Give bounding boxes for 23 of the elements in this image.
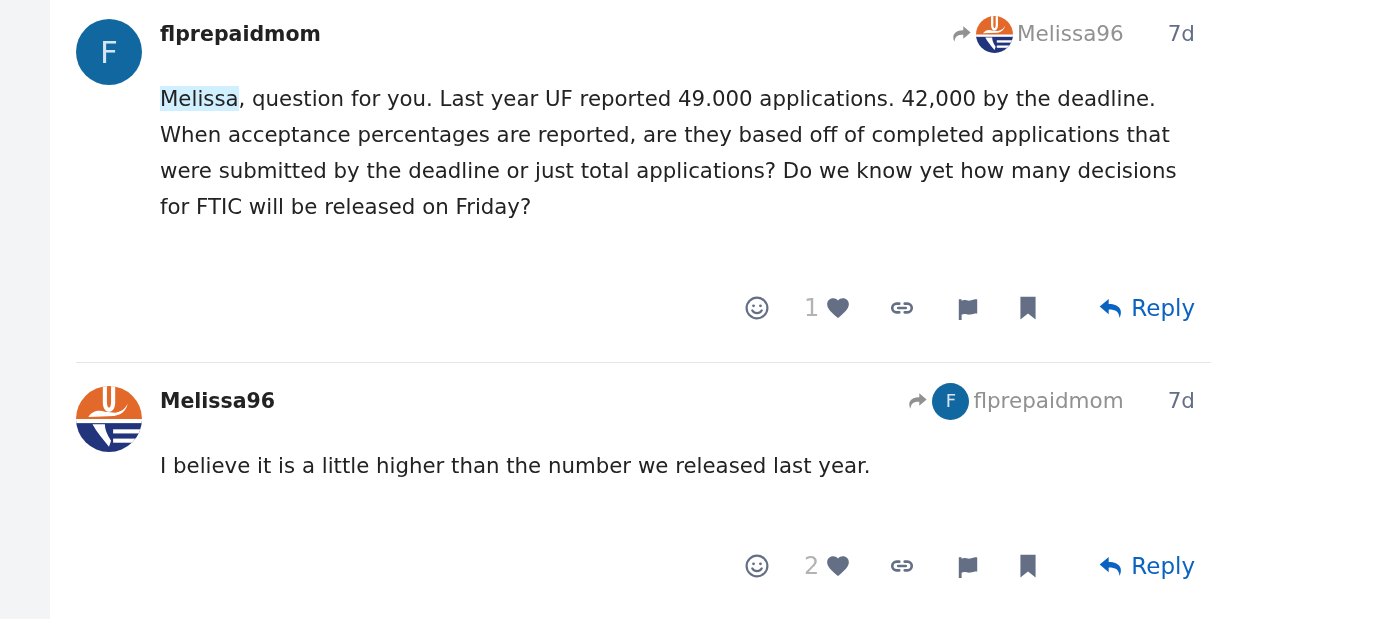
reply-to-link[interactable]: F flprepaidmom <box>906 382 1124 420</box>
reply-to-name: flprepaidmom <box>973 386 1124 415</box>
heart-icon <box>825 553 852 579</box>
reply-button[interactable]: Reply <box>1058 286 1195 330</box>
post-date[interactable]: 7d <box>1167 17 1195 51</box>
share-arrow-icon <box>950 23 972 45</box>
smiley-icon <box>744 553 770 579</box>
username-link[interactable]: Melissa96 <box>160 385 276 417</box>
smiley-icon <box>744 295 770 321</box>
post-date[interactable]: 7d <box>1167 384 1195 418</box>
mention-link[interactable]: Melissa <box>160 86 239 111</box>
reply-to-link[interactable]: Melissa96 <box>950 15 1124 53</box>
logo-avatar[interactable] <box>976 15 1013 53</box>
user-avatar[interactable]: F <box>76 19 142 85</box>
post-text: I believe it is a little higher than the number we released last year. <box>160 452 872 480</box>
heart-icon <box>825 295 852 321</box>
post-text: Melissa, question for you. Last year UF reported 49.000 applications. 42,000 by the deadline. When acceptance percentages are reported, are they based off of completed applications that were submitted by the deadline or just total applications? Do we know yet how many decisions for FTIC will be released on Friday? <box>160 85 1178 221</box>
user-avatar[interactable]: F <box>932 382 970 420</box>
reply-to-name: Melissa96 <box>1017 19 1124 48</box>
reply-button[interactable]: Reply <box>1058 544 1195 588</box>
share-arrow-icon <box>906 390 929 412</box>
logo-avatar[interactable] <box>76 386 142 452</box>
username-link[interactable]: flprepaidmom <box>160 18 321 50</box>
